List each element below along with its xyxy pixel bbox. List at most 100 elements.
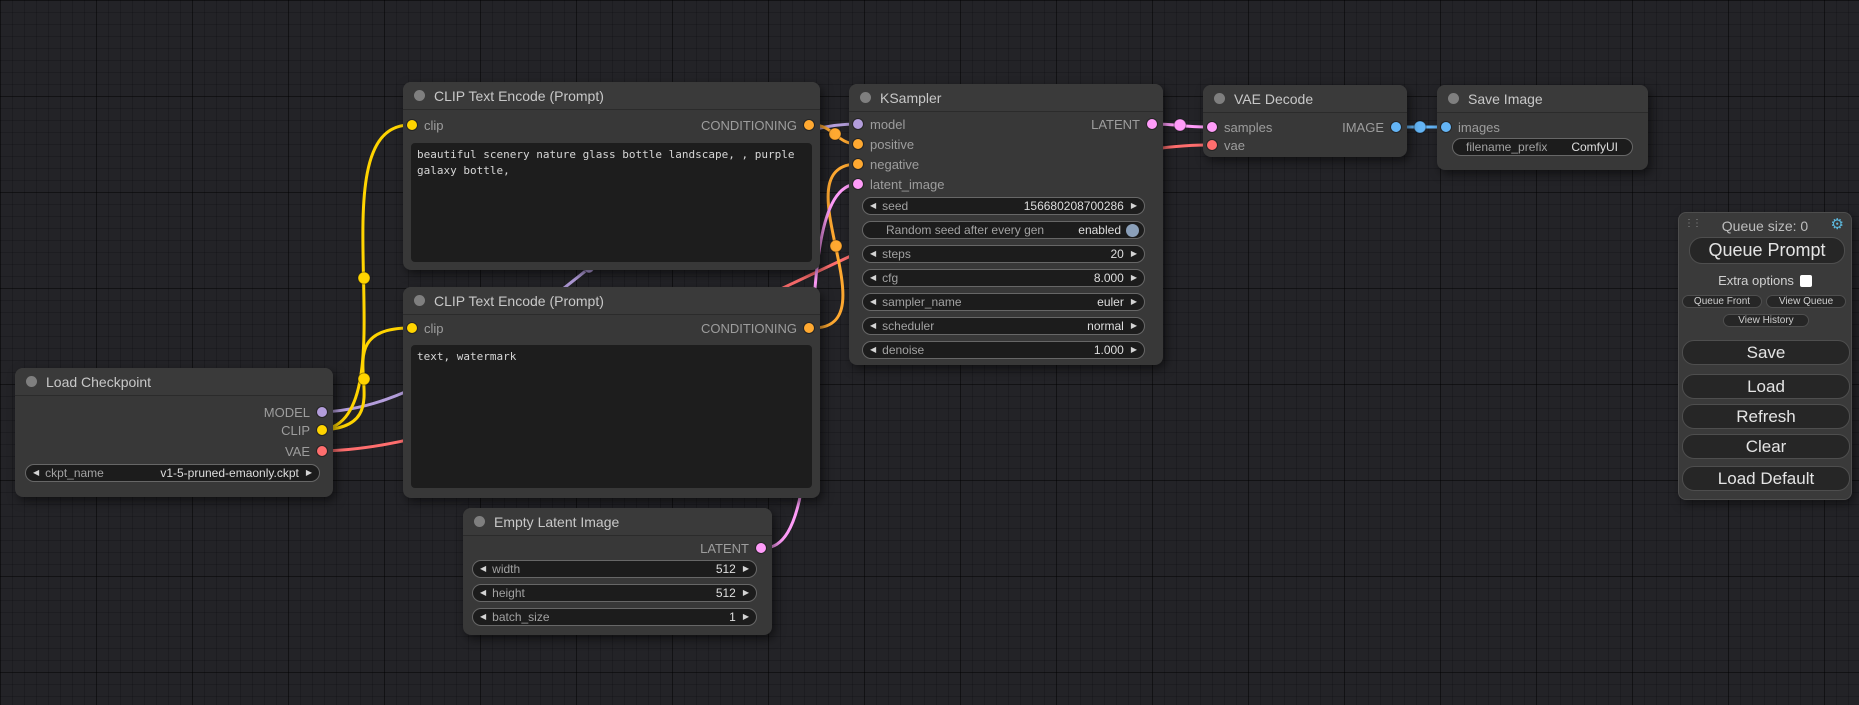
node-clip-text-encode-positive[interactable]: CLIP Text Encode (Prompt) clip CONDITION… (403, 82, 820, 270)
conditioning-output-dot[interactable] (804, 323, 814, 333)
increment-arrow-icon[interactable]: ▶ (1131, 298, 1137, 306)
drag-handle-icon[interactable]: ⋮⋮ (1684, 218, 1700, 229)
clip-output-dot[interactable] (317, 425, 327, 435)
node-load-checkpoint[interactable]: Load Checkpoint MODEL CLIP VAE ◀ ckpt_na… (15, 368, 333, 497)
positive-input-dot[interactable] (853, 139, 863, 149)
steps-widget[interactable]: ◀ steps 20 ▶ (862, 245, 1145, 263)
node-empty-latent-image[interactable]: Empty Latent Image LATENT ◀ width 512 ▶ … (463, 508, 772, 635)
output-slot-model[interactable]: MODEL (264, 403, 327, 421)
input-slot-vae[interactable]: vae (1207, 136, 1245, 154)
increment-arrow-icon[interactable]: ▶ (743, 589, 749, 597)
input-slot-negative[interactable]: negative (853, 155, 919, 173)
decrement-arrow-icon[interactable]: ◀ (870, 274, 876, 282)
collapse-dot-icon[interactable] (26, 376, 37, 387)
random-seed-toggle-widget[interactable]: Random seed after every gen enabled (862, 221, 1145, 239)
filename-prefix-widget[interactable]: filename_prefix ComfyUI (1452, 138, 1633, 156)
decrement-arrow-icon[interactable]: ◀ (480, 565, 486, 573)
cfg-widget[interactable]: ◀ cfg 8.000 ▶ (862, 269, 1145, 287)
height-widget[interactable]: ◀ height 512 ▶ (472, 584, 757, 602)
width-widget[interactable]: ◀ width 512 ▶ (472, 560, 757, 578)
negative-input-dot[interactable] (853, 159, 863, 169)
latent-output-dot[interactable] (1147, 119, 1157, 129)
decrement-arrow-icon[interactable]: ◀ (870, 250, 876, 258)
model-output-dot[interactable] (317, 407, 327, 417)
increment-arrow-icon[interactable]: ▶ (1131, 274, 1137, 282)
save-button[interactable]: Save (1682, 340, 1850, 365)
decrement-arrow-icon[interactable]: ◀ (870, 298, 876, 306)
load-button[interactable]: Load (1682, 374, 1850, 399)
input-slot-images[interactable]: images (1441, 118, 1500, 136)
increment-arrow-icon[interactable]: ▶ (306, 469, 312, 477)
input-slot-positive[interactable]: positive (853, 135, 914, 153)
positive-prompt-textarea[interactable]: beautiful scenery nature glass bottle la… (411, 143, 812, 262)
queue-prompt-button[interactable]: Queue Prompt (1689, 237, 1845, 264)
decrement-arrow-icon[interactable]: ◀ (870, 202, 876, 210)
node-clip-text-encode-negative[interactable]: CLIP Text Encode (Prompt) clip CONDITION… (403, 287, 820, 498)
refresh-button[interactable]: Refresh (1682, 404, 1850, 429)
denoise-widget[interactable]: ◀ denoise 1.000 ▶ (862, 341, 1145, 359)
latent-image-input-dot[interactable] (853, 179, 863, 189)
output-slot-conditioning[interactable]: CONDITIONING (701, 319, 814, 337)
gear-icon[interactable]: ⚙ (1831, 217, 1844, 232)
clip-input-dot[interactable] (407, 120, 417, 130)
ckpt-name-widget[interactable]: ◀ ckpt_name v1-5-pruned-emaonly.ckpt ▶ (25, 464, 320, 482)
increment-arrow-icon[interactable]: ▶ (1131, 250, 1137, 258)
input-slot-clip[interactable]: clip (407, 319, 444, 337)
increment-arrow-icon[interactable]: ▶ (1131, 346, 1137, 354)
clip-input-dot[interactable] (407, 323, 417, 333)
output-slot-image[interactable]: IMAGE (1342, 118, 1401, 136)
slot-label: CONDITIONING (701, 118, 797, 133)
sampler-name-widget[interactable]: ◀ sampler_name euler ▶ (862, 293, 1145, 311)
decrement-arrow-icon[interactable]: ◀ (33, 469, 39, 477)
images-input-dot[interactable] (1441, 122, 1451, 132)
input-slot-clip[interactable]: clip (407, 116, 444, 134)
decrement-arrow-icon[interactable]: ◀ (480, 589, 486, 597)
node-title: Load Checkpoint (46, 374, 151, 390)
seed-widget[interactable]: ◀ seed 156680208700286 ▶ (862, 197, 1145, 215)
vae-output-dot[interactable] (317, 446, 327, 456)
output-slot-vae[interactable]: VAE (285, 442, 327, 460)
increment-arrow-icon[interactable]: ▶ (1131, 322, 1137, 330)
vae-input-dot[interactable] (1207, 140, 1217, 150)
load-default-button[interactable]: Load Default (1682, 466, 1850, 491)
collapse-dot-icon[interactable] (414, 90, 425, 101)
latent-output-dot[interactable] (756, 543, 766, 553)
queue-front-button[interactable]: Queue Front (1682, 295, 1762, 308)
node-save-image[interactable]: Save Image images filename_prefix ComfyU… (1437, 85, 1648, 170)
view-history-button[interactable]: View History (1723, 314, 1809, 327)
output-slot-conditioning[interactable]: CONDITIONING (701, 116, 814, 134)
input-slot-latent-image[interactable]: latent_image (853, 175, 944, 193)
node-ksampler[interactable]: KSampler model positive negative latent_… (849, 84, 1163, 365)
decrement-arrow-icon[interactable]: ◀ (870, 322, 876, 330)
collapse-dot-icon[interactable] (474, 516, 485, 527)
collapse-dot-icon[interactable] (860, 92, 871, 103)
samples-input-dot[interactable] (1207, 122, 1217, 132)
clear-button[interactable]: Clear (1682, 434, 1850, 459)
output-slot-latent[interactable]: LATENT (1091, 115, 1157, 133)
collapse-dot-icon[interactable] (1214, 93, 1225, 104)
extra-options-checkbox[interactable] (1800, 275, 1812, 287)
node-vae-decode[interactable]: VAE Decode samples vae IMAGE (1203, 85, 1407, 157)
decrement-arrow-icon[interactable]: ◀ (480, 613, 486, 621)
decrement-arrow-icon[interactable]: ◀ (870, 346, 876, 354)
model-input-dot[interactable] (853, 119, 863, 129)
link-midpoint-dot (830, 240, 842, 252)
input-slot-samples[interactable]: samples (1207, 118, 1272, 136)
view-queue-button[interactable]: View Queue (1766, 295, 1846, 308)
output-slot-clip[interactable]: CLIP (281, 421, 327, 439)
toggle-circle[interactable] (1126, 224, 1139, 237)
batch-size-widget[interactable]: ◀ batch_size 1 ▶ (472, 608, 757, 626)
collapse-dot-icon[interactable] (1448, 93, 1459, 104)
collapse-dot-icon[interactable] (414, 295, 425, 306)
output-slot-latent[interactable]: LATENT (700, 539, 766, 557)
comfyui-canvas[interactable]: { "colors": { "model_link": "#b39ddb", "… (0, 0, 1859, 705)
conditioning-output-dot[interactable] (804, 120, 814, 130)
image-output-dot[interactable] (1391, 122, 1401, 132)
widget-value: 1 (729, 610, 736, 624)
increment-arrow-icon[interactable]: ▶ (1131, 202, 1137, 210)
input-slot-model[interactable]: model (853, 115, 905, 133)
scheduler-widget[interactable]: ◀ scheduler normal ▶ (862, 317, 1145, 335)
negative-prompt-textarea[interactable]: text, watermark (411, 345, 812, 488)
increment-arrow-icon[interactable]: ▶ (743, 565, 749, 573)
increment-arrow-icon[interactable]: ▶ (743, 613, 749, 621)
